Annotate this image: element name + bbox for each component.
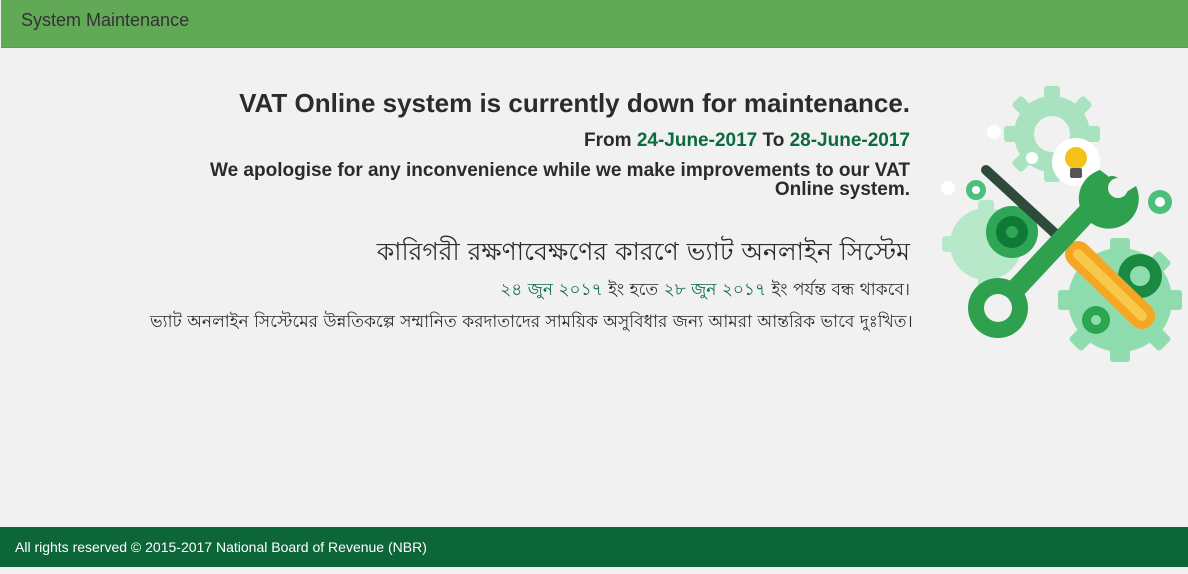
gear-icon: [966, 180, 986, 200]
bangla-dates: ২৪ জুন ২০১৭ ইং হতে ২৮ জুন ২০১৭ ইং পর্যন্…: [150, 279, 910, 301]
navbar-title[interactable]: System Maintenance: [21, 10, 189, 31]
gear-icon: [1148, 190, 1172, 214]
maintenance-tools-illustration: [941, 86, 1182, 362]
gear-icon: [1082, 306, 1110, 334]
page-footer: All rights reserved © 2015-2017 National…: [0, 527, 1188, 567]
to-date: 28-June-2017: [789, 130, 910, 151]
bangla-to-date: ২৮ জুন ২০১৭: [663, 280, 767, 300]
bangla-to-suffix: ইং পর্যন্ত বন্ধ থাকবে।: [771, 280, 910, 300]
bangla-from-suffix: ইং হতে: [608, 280, 659, 300]
footer-copyright: All rights reserved © 2015-2017 National…: [15, 539, 427, 555]
top-navbar: System Maintenance: [1, 0, 1188, 48]
bangla-headline: কারিগরী রক্ষণাবেক্ষণের কারণে ভ্যাট অনলাই…: [376, 237, 910, 266]
maintenance-dates: From 24-June-2017 To 28-June-2017: [150, 129, 910, 153]
apology-text: We apologise for any inconvenience while…: [209, 160, 910, 200]
from-date: 24-June-2017: [636, 130, 758, 151]
from-label: From: [584, 130, 632, 151]
bangla-from-date: ২৪ জুন ২০১৭: [500, 280, 603, 300]
maintenance-headline: VAT Online system is currently down for …: [239, 88, 910, 118]
to-label: To: [762, 130, 785, 151]
maintenance-notice: VAT Online system is currently down for …: [150, 86, 913, 332]
bangla-apology: ভ্যাট অনলাইন সিস্টেমের উন্নতিকল্পে সম্মা…: [150, 312, 913, 332]
